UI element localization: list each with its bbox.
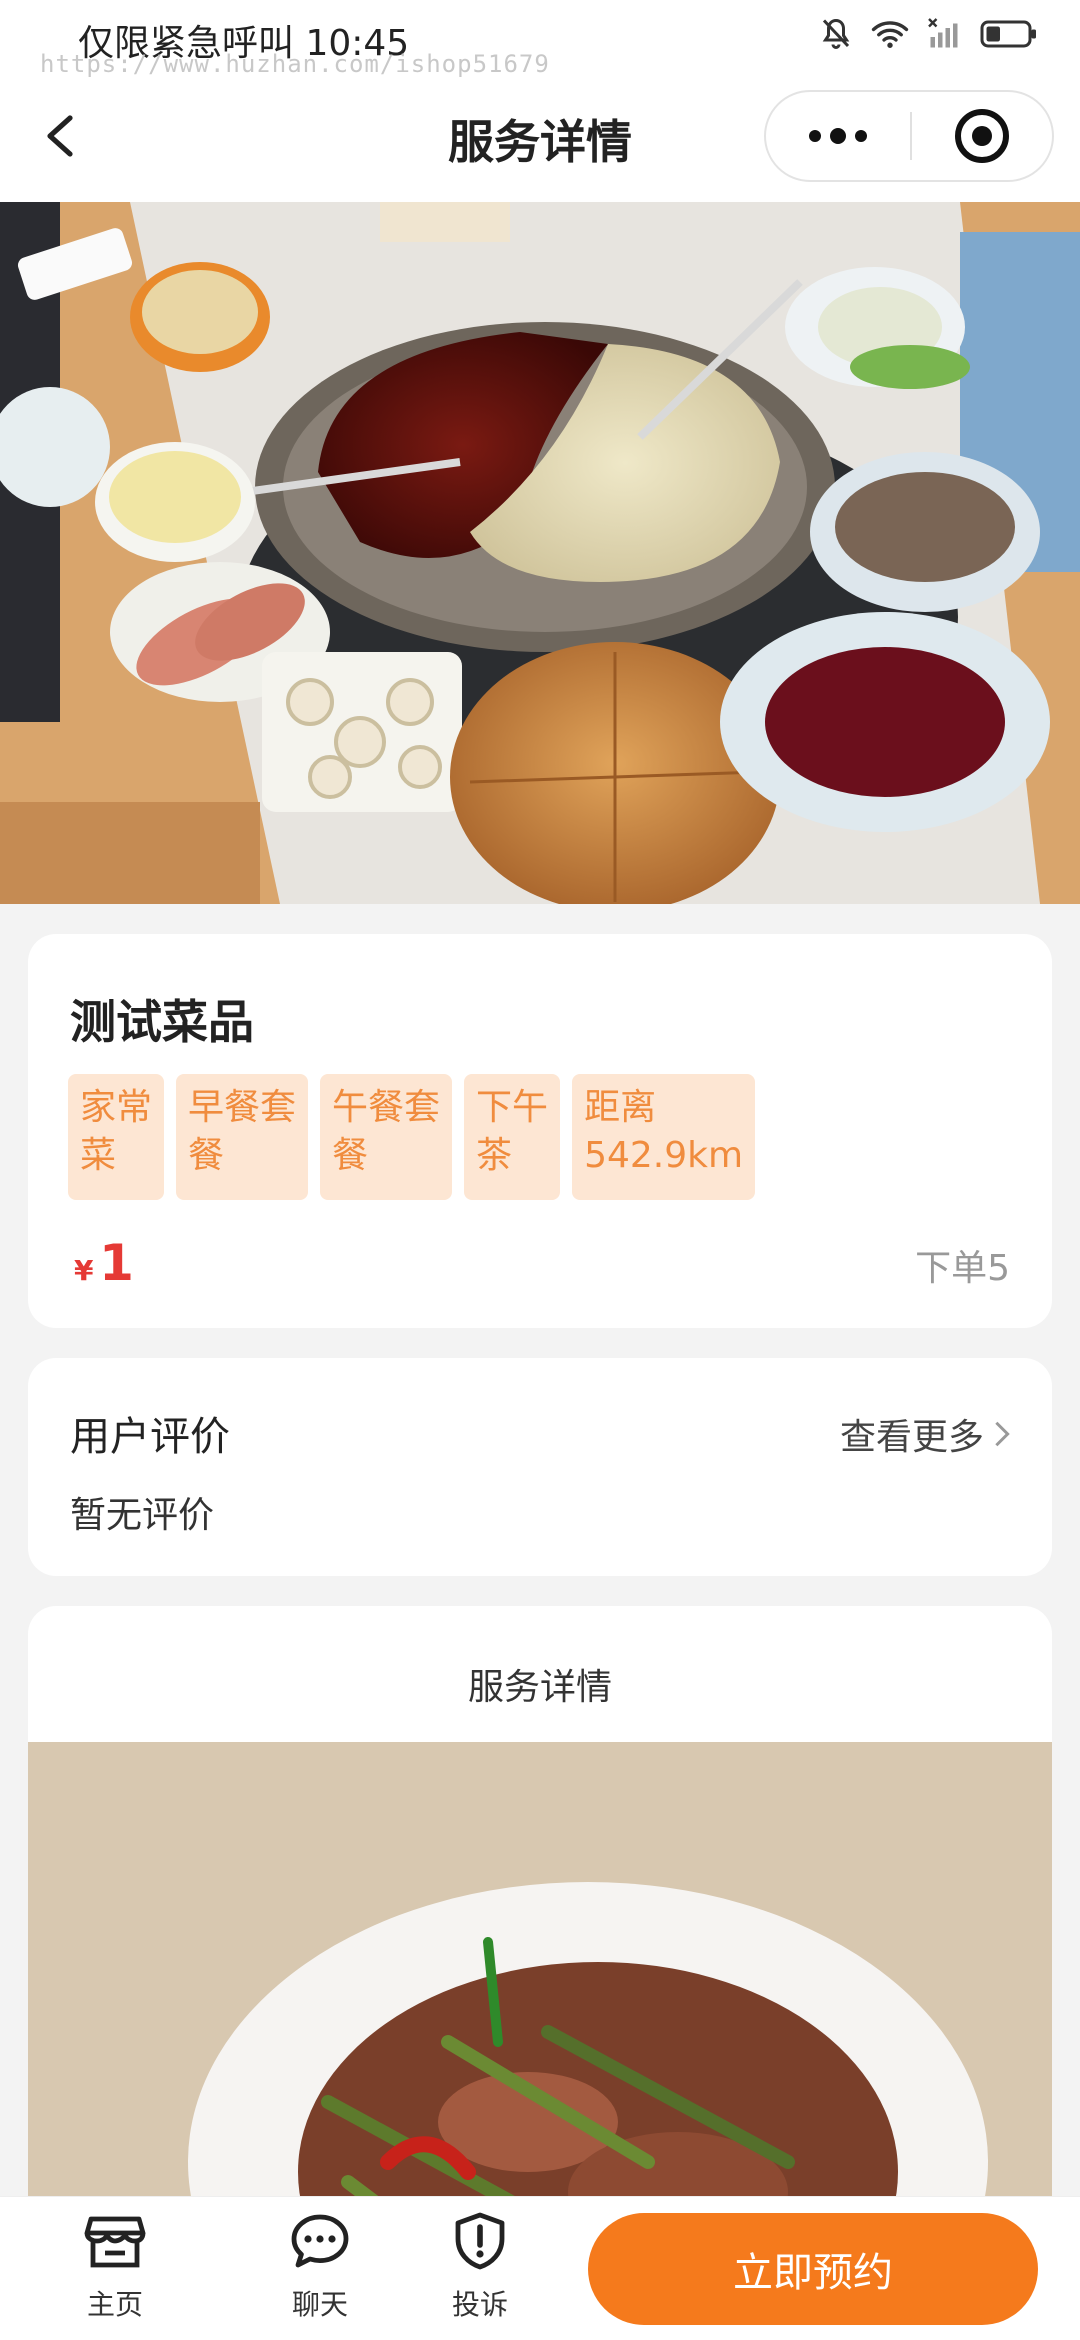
- reviews-title: 用户评价: [70, 1414, 230, 1460]
- view-more-link[interactable]: 查看更多: [840, 1408, 1012, 1460]
- tag-lunch-set: 午餐套餐: [320, 1074, 453, 1200]
- page: 仅限紧急呼叫 10:45 https://www.huzhan.com/isho…: [0, 0, 1080, 2340]
- reviews-card: 用户评价 查看更多 暂无评价: [28, 1358, 1052, 1576]
- tag-home-cooking: 家常菜: [68, 1074, 165, 1200]
- view-more-label: 查看更多: [839, 1417, 984, 1458]
- close-mini-program-button[interactable]: [912, 92, 1052, 180]
- book-now-button[interactable]: 立即预约: [588, 2213, 1038, 2325]
- tab-chat-label: 聊天: [291, 2288, 348, 2321]
- tab-report-label: 投诉: [451, 2288, 508, 2321]
- watermark-url: https://www.huzhan.com/ishop51679: [40, 50, 550, 78]
- battery-icon: [980, 20, 1036, 48]
- hotpot-table-photo: [0, 202, 1080, 904]
- order-count: 下单5: [915, 1248, 1010, 1289]
- tag-list: 家常菜 早餐套餐 午餐套餐 下午茶 距离 542.9km: [68, 1074, 756, 1200]
- tab-home[interactable]: 主页: [55, 2211, 175, 2323]
- more-button[interactable]: [766, 92, 910, 180]
- price-value: 1: [99, 1234, 134, 1292]
- price: ¥ 1: [74, 1234, 134, 1292]
- tab-chat[interactable]: 聊天: [260, 2211, 380, 2323]
- chevron-right-icon: [995, 1421, 1010, 1447]
- dish-name: 测试菜品: [70, 995, 254, 1049]
- chat-icon: [291, 2214, 349, 2268]
- nav-bar: 服务详情: [0, 70, 1080, 202]
- shield-alert-icon: [455, 2212, 505, 2270]
- bottom-bar: 主页 聊天 投诉 立即预约: [0, 2196, 1080, 2340]
- mini-program-capsule: [764, 90, 1054, 182]
- wifi-icon: [871, 21, 909, 48]
- bell-muted-icon: [822, 18, 850, 49]
- tag-afternoon-tea: 下午茶: [464, 1074, 561, 1200]
- more-dots-icon: [830, 128, 846, 144]
- signal-icon: [928, 18, 958, 48]
- tag-distance: 距离 542.9km: [572, 1074, 756, 1200]
- currency-symbol: ¥: [74, 1254, 94, 1287]
- hero-image[interactable]: [0, 202, 1080, 904]
- tab-home-label: 主页: [86, 2288, 143, 2321]
- dish-info-card: 测试菜品 家常菜 早餐套餐 午餐套餐 下午茶 距离 542.9km ¥ 1 下单5: [28, 934, 1052, 1328]
- tab-report[interactable]: 投诉: [420, 2211, 540, 2323]
- tag-breakfast-set: 早餐套餐: [176, 1074, 309, 1200]
- more-dots-icon: [809, 130, 821, 142]
- no-reviews-text: 暂无评价: [70, 1495, 215, 1536]
- more-dots-icon: [855, 130, 867, 142]
- target-close-icon: [955, 109, 1009, 163]
- status-icons: [818, 16, 1040, 52]
- detail-title: 服务详情: [467, 1667, 612, 1708]
- shop-icon: [84, 2216, 146, 2268]
